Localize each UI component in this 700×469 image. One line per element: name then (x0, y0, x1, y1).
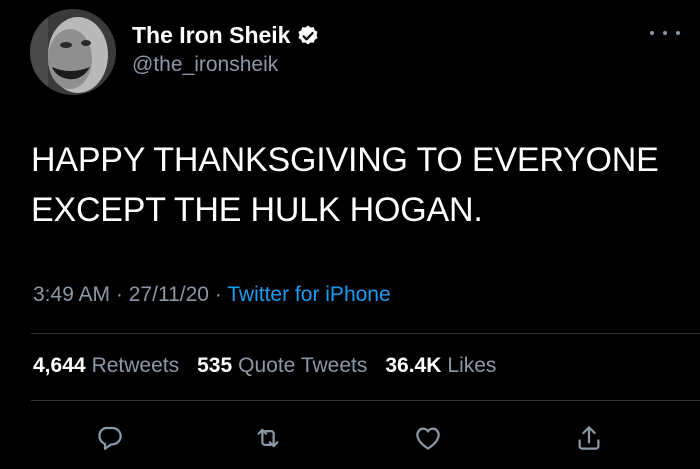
quote-tweets-label: Quote Tweets (238, 354, 368, 377)
meta-separator: · (214, 283, 222, 306)
tweet-time[interactable]: 3:49 AM (33, 283, 110, 306)
action-bar (0, 420, 700, 460)
reply-button[interactable] (92, 420, 128, 456)
author-name[interactable]: The Iron Sheik (132, 22, 320, 49)
divider (31, 400, 700, 401)
share-icon (578, 426, 600, 450)
avatar-image (30, 9, 116, 95)
likes-count: 36.4K (385, 354, 442, 377)
tweet-date[interactable]: 27/11/20 (129, 283, 209, 306)
tweet-text: HAPPY THANKSGIVING TO EVERYONE EXCEPT TH… (31, 135, 681, 235)
retweet-icon (257, 428, 279, 448)
verified-badge-icon (296, 24, 320, 48)
likes-label: Likes (447, 354, 497, 377)
tweet: The Iron Sheik @the_ironsheik HAPPY THAN… (0, 0, 700, 469)
avatar[interactable] (30, 9, 116, 95)
author-handle[interactable]: @the_ironsheik (132, 53, 278, 77)
likes-stat[interactable]: 36.4K Likes (385, 354, 496, 378)
share-button[interactable] (571, 420, 607, 456)
heart-icon (416, 427, 440, 450)
more-icon[interactable] (650, 26, 680, 40)
reply-icon (98, 426, 122, 450)
retweet-button[interactable] (250, 420, 286, 456)
tweet-text-line: EXCEPT THE HULK HOGAN. (31, 191, 483, 229)
retweets-stat[interactable]: 4,644 Retweets (33, 354, 179, 378)
divider (31, 333, 700, 334)
retweets-count: 4,644 (33, 354, 86, 377)
tweet-text-line: HAPPY THANKSGIVING TO EVERYONE (31, 141, 659, 179)
meta-separator: · (115, 283, 123, 306)
tweet-source-link[interactable]: Twitter for iPhone (227, 283, 390, 306)
tweet-meta: 3:49 AM · 27/11/20 · Twitter for iPhone (33, 283, 391, 307)
tweet-stats: 4,644 Retweets 535 Quote Tweets 36.4K Likes (33, 354, 496, 378)
quote-tweets-stat[interactable]: 535 Quote Tweets (197, 354, 367, 378)
author-name-text[interactable]: The Iron Sheik (132, 22, 290, 49)
quote-tweets-count: 535 (197, 354, 233, 377)
retweets-label: Retweets (91, 354, 180, 377)
like-button[interactable] (410, 420, 446, 456)
